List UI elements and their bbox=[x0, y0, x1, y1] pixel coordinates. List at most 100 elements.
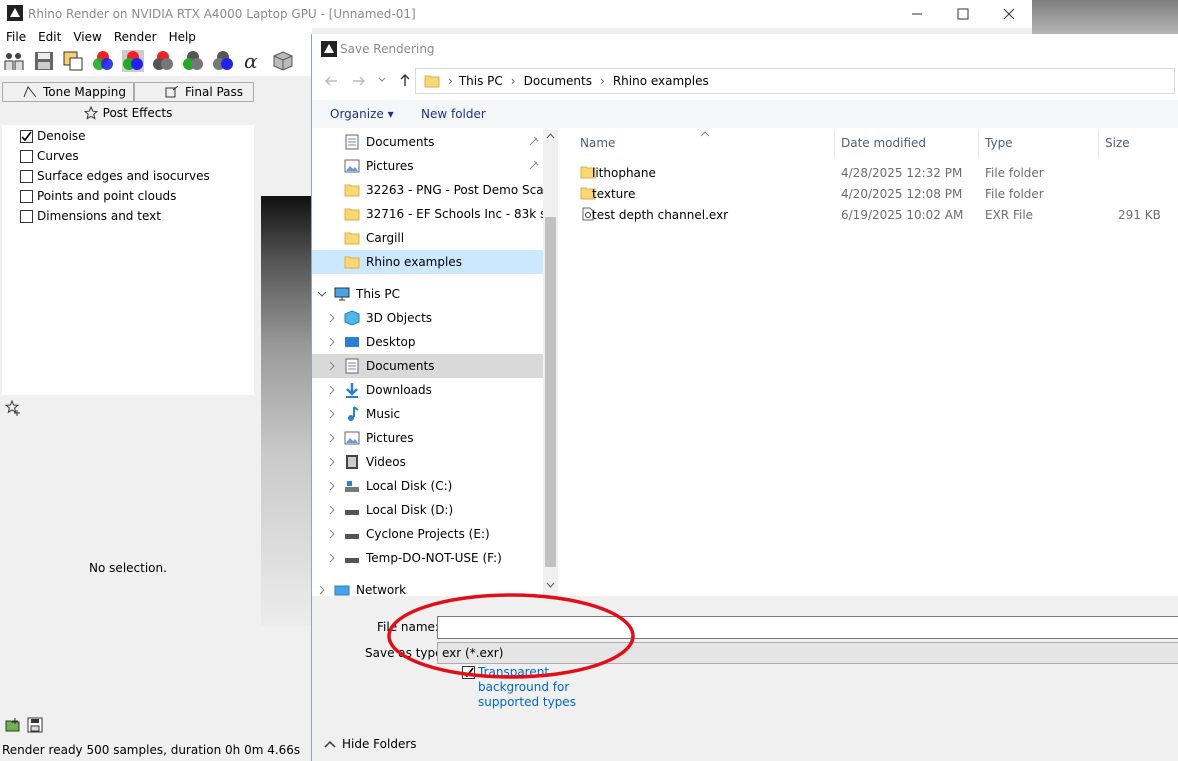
nav-local-disk-c[interactable]: Local Disk (C:) bbox=[312, 474, 544, 498]
open-folder-icon[interactable] bbox=[5, 717, 21, 733]
check-icon bbox=[21, 131, 32, 141]
checkbox[interactable] bbox=[20, 169, 33, 183]
nav-downloads[interactable]: Downloads bbox=[312, 378, 544, 402]
column-header-name[interactable]: Name bbox=[580, 136, 615, 150]
compare-icon[interactable] bbox=[3, 50, 25, 72]
nav-music[interactable]: Music bbox=[312, 402, 544, 426]
nav-temp-drive[interactable]: Temp-DO-NOT-USE (F:) bbox=[312, 546, 544, 570]
nav-quick-rhino-examples[interactable]: Rhino examples bbox=[312, 250, 544, 274]
effect-surface-edges[interactable]: Surface edges and isocurves bbox=[20, 166, 210, 186]
file-row[interactable]: test depth channel.exr 6/19/2025 10:02 A… bbox=[578, 204, 1178, 225]
nav-label: This PC bbox=[356, 287, 400, 301]
breadcrumb-separator: › bbox=[600, 74, 605, 88]
column-header-size[interactable]: Size bbox=[1105, 136, 1130, 150]
nav-this-pc[interactable]: This PC bbox=[312, 282, 544, 306]
organize-button[interactable]: Organize ▾ bbox=[330, 107, 394, 121]
column-header-date[interactable]: Date modified bbox=[841, 136, 926, 150]
file-size: 291 KB bbox=[1118, 208, 1161, 222]
tab-tone-mapping[interactable]: Tone Mapping bbox=[2, 82, 134, 102]
nav-label: 3D Objects bbox=[366, 311, 433, 325]
nav-quick-cargill[interactable]: Cargill bbox=[312, 226, 544, 250]
column-divider[interactable] bbox=[1098, 130, 1099, 158]
red-channel-icon[interactable] bbox=[152, 50, 174, 72]
documents-icon bbox=[345, 358, 359, 374]
nav-pictures[interactable]: Pictures bbox=[312, 426, 544, 450]
save-preset-icon[interactable] bbox=[27, 717, 43, 733]
menu-render[interactable]: Render bbox=[108, 28, 163, 44]
menu-edit[interactable]: Edit bbox=[32, 28, 67, 44]
nav-label: Pictures bbox=[366, 431, 414, 445]
tone-curve-icon bbox=[23, 86, 37, 98]
nav-scrollbar-thumb[interactable] bbox=[545, 217, 556, 567]
final-pass-icon bbox=[165, 86, 179, 98]
breadcrumb-separator: › bbox=[510, 74, 516, 88]
minimize-icon bbox=[912, 13, 922, 15]
file-date: 4/28/2025 12:32 PM bbox=[841, 166, 963, 180]
chevron-down-icon bbox=[317, 291, 327, 297]
file-name: texture bbox=[592, 187, 636, 201]
effect-dimensions[interactable]: Dimensions and text bbox=[20, 206, 161, 226]
menu-view[interactable]: View bbox=[67, 28, 107, 44]
add-effect-icon[interactable] bbox=[5, 400, 21, 416]
blue-channel-icon[interactable] bbox=[212, 50, 234, 72]
back-arrow-icon[interactable] bbox=[324, 74, 338, 88]
checkbox[interactable] bbox=[20, 149, 33, 163]
maximize-button[interactable] bbox=[940, 0, 986, 28]
cube-icon[interactable] bbox=[272, 50, 294, 72]
save-icon[interactable] bbox=[33, 50, 55, 72]
hide-folders-button[interactable]: Hide Folders bbox=[324, 737, 417, 751]
chevron-right-icon bbox=[329, 337, 335, 347]
column-header-type[interactable]: Type bbox=[985, 136, 1013, 150]
breadcrumb-this-pc[interactable]: This PC bbox=[459, 74, 503, 88]
breadcrumb[interactable]: › This PC › Documents › Rhino examples bbox=[415, 68, 1175, 94]
pin-icon bbox=[529, 160, 539, 170]
column-divider[interactable] bbox=[834, 130, 835, 158]
post-effects-title: Post Effects bbox=[102, 106, 173, 120]
pictures-icon bbox=[344, 159, 360, 173]
forward-arrow-icon[interactable] bbox=[352, 74, 366, 88]
nav-videos[interactable]: Videos bbox=[312, 450, 544, 474]
nav-quick-pictures[interactable]: Pictures bbox=[312, 154, 544, 178]
nav-documents[interactable]: Documents bbox=[312, 354, 544, 378]
breadcrumb-documents[interactable]: Documents bbox=[524, 74, 592, 88]
desktop-icon bbox=[345, 337, 359, 347]
file-row[interactable]: texture 4/20/2025 12:08 PM File folder bbox=[578, 183, 1178, 204]
chevron-right-icon bbox=[329, 313, 335, 323]
alpha-channel-icon[interactable]: α bbox=[242, 50, 264, 72]
nav-cyclone-projects[interactable]: Cyclone Projects (E:) bbox=[312, 522, 544, 546]
scroll-up-icon[interactable] bbox=[546, 133, 555, 139]
chevron-right-icon bbox=[329, 385, 335, 395]
minimize-button[interactable] bbox=[894, 0, 940, 28]
breadcrumb-rhino-examples[interactable]: Rhino examples bbox=[613, 74, 709, 88]
menu-help[interactable]: Help bbox=[163, 28, 202, 44]
file-date: 4/20/2025 12:08 PM bbox=[841, 187, 963, 201]
copy-image-icon[interactable] bbox=[62, 50, 84, 72]
effect-curves[interactable]: Curves bbox=[20, 146, 79, 166]
tab-final-pass-label: Final Pass bbox=[185, 85, 244, 99]
effect-points[interactable]: Points and point clouds bbox=[20, 186, 176, 206]
scroll-down-icon[interactable] bbox=[546, 582, 555, 588]
effect-label: Curves bbox=[37, 149, 79, 163]
column-divider[interactable] bbox=[978, 130, 979, 158]
nav-desktop[interactable]: Desktop bbox=[312, 330, 544, 354]
nav-3d-objects[interactable]: 3D Objects bbox=[312, 306, 544, 330]
chevron-right-icon bbox=[329, 529, 335, 539]
nav-quick-folder[interactable]: 32716 - EF Schools Inc - 83k sq ft bbox=[312, 202, 544, 226]
recent-chevron-icon[interactable] bbox=[378, 76, 386, 84]
close-button[interactable] bbox=[986, 0, 1032, 28]
checkbox[interactable] bbox=[20, 129, 33, 143]
up-arrow-icon[interactable] bbox=[398, 73, 412, 87]
nav-quick-folder[interactable]: 32263 - PNG - Post Demo Scan & bbox=[312, 178, 544, 202]
green-channel-icon[interactable] bbox=[182, 50, 204, 72]
checkbox[interactable] bbox=[20, 189, 33, 203]
file-row[interactable]: lithophane 4/28/2025 12:32 PM File folde… bbox=[578, 162, 1178, 183]
effect-denoise[interactable]: Denoise bbox=[20, 126, 86, 146]
tab-final-pass[interactable]: Final Pass bbox=[134, 82, 254, 102]
menu-file[interactable]: File bbox=[0, 28, 32, 44]
rgb-alpha-icon[interactable] bbox=[122, 50, 144, 72]
rgb-channel-icon[interactable] bbox=[92, 50, 114, 72]
nav-quick-documents[interactable]: Documents bbox=[312, 130, 544, 154]
checkbox[interactable] bbox=[20, 209, 33, 223]
new-folder-button[interactable]: New folder bbox=[421, 107, 486, 121]
nav-local-disk-d[interactable]: Local Disk (D:) bbox=[312, 498, 544, 522]
